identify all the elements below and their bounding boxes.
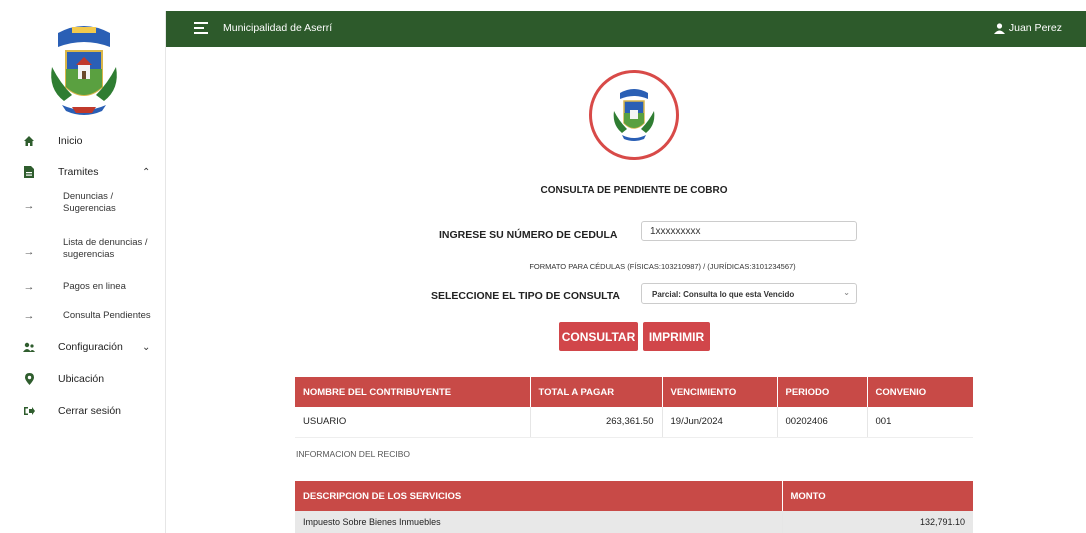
column-header: MONTO: [782, 481, 973, 511]
arrow-right-icon: →: [23, 310, 35, 322]
user-menu[interactable]: Juan Perez: [993, 22, 1062, 34]
app: Inicio Tramites ⌃ → Denuncias / Sugerenc…: [0, 0, 1086, 533]
tipo-consulta-label: SELECCIONE EL TIPO DE CONSULTA: [431, 290, 621, 302]
chevron-up-icon: ⌃: [142, 166, 151, 178]
sidebar-item-denuncias[interactable]: → Denuncias / Sugerencias: [0, 191, 166, 217]
app-title: Municipalidad de Aserrí: [223, 22, 333, 34]
table-row: USUARIO 263,361.50 19/Jun/2024 00202406 …: [295, 407, 973, 438]
column-header: TOTAL A PAGAR: [530, 377, 663, 407]
consultar-button[interactable]: CONSULTAR: [559, 322, 638, 351]
sidebar-item-lista-denuncias[interactable]: → Lista de denuncias / sugerencias: [0, 237, 166, 263]
page-title: CONSULTA DE PENDIENTE DE COBRO: [540, 185, 728, 196]
home-icon: [22, 134, 36, 148]
municipal-logo: [36, 17, 132, 125]
column-header: NOMBRE DEL CONTRIBUYENTE: [295, 377, 531, 407]
sidebar-item-consulta-pendientes[interactable]: → Consulta Pendientes: [0, 309, 166, 323]
sidebar-item-inicio[interactable]: Inicio: [0, 133, 166, 149]
arrow-right-icon: →: [23, 281, 35, 293]
sidebar-item-label: Consulta Pendientes: [63, 310, 151, 321]
sidebar: Inicio Tramites ⌃ → Denuncias / Sugerenc…: [0, 11, 166, 533]
sidebar-item-label: Cerrar sesión: [58, 405, 122, 417]
sidebar-item-configuracion[interactable]: Configuración ⌄: [0, 339, 166, 355]
sidebar-item-pagos[interactable]: → Pagos en linea: [0, 280, 166, 294]
sidebar-item-label: Tramites: [58, 166, 99, 178]
summary-table: NOMBRE DEL CONTRIBUYENTE TOTAL A PAGAR V…: [295, 377, 973, 438]
municipal-emblem: [589, 70, 679, 160]
imprimir-button[interactable]: IMPRIMIR: [643, 322, 710, 351]
cedula-input[interactable]: 1xxxxxxxxx: [641, 221, 857, 241]
column-header: CONVENIO: [867, 377, 973, 407]
table-header-row: DESCRIPCION DE LOS SERVICIOS MONTO: [295, 481, 973, 511]
cell-periodo: 00202406: [777, 407, 868, 438]
users-icon: [22, 340, 36, 354]
cedula-label: INGRESE SU NÚMERO DE CEDULA: [439, 229, 618, 241]
sidebar-item-label: Configuración: [58, 341, 123, 353]
hamburger-menu-icon[interactable]: [194, 22, 208, 34]
sidebar-item-tramites[interactable]: Tramites ⌃: [0, 164, 166, 180]
column-header: VENCIMIENTO: [662, 377, 778, 407]
cell-vencimiento: 19/Jun/2024: [662, 407, 778, 438]
logout-icon: [22, 404, 36, 418]
services-table: DESCRIPCION DE LOS SERVICIOS MONTO Impue…: [295, 481, 973, 533]
sidebar-item-cerrar-sesion[interactable]: Cerrar sesión: [0, 403, 166, 419]
cedula-format-hint: FORMATO PARA CÉDULAS (FÍSICAS:103210987)…: [529, 262, 796, 271]
sidebar-item-label: Denuncias / Sugerencias: [63, 191, 116, 214]
tipo-consulta-value: Parcial: Consulta lo que esta Vencido: [652, 290, 795, 299]
sidebar-item-label: Pagos en linea: [63, 281, 126, 292]
cell-contribuyente: USUARIO: [295, 407, 531, 438]
cell-servicio: Impuesto Sobre Bienes Inmuebles: [295, 511, 783, 533]
column-header: PERIODO: [777, 377, 868, 407]
table-row: Impuesto Sobre Bienes Inmuebles 132,791.…: [295, 511, 973, 533]
receipt-section-label: INFORMACION DEL RECIBO: [296, 449, 410, 459]
sidebar-item-label: Inicio: [58, 135, 83, 147]
user-icon: [993, 22, 1005, 34]
tipo-consulta-select[interactable]: Parcial: Consulta lo que esta Vencido ⌄: [641, 283, 857, 304]
document-icon: [22, 165, 36, 179]
sidebar-item-label: Lista de denuncias / sugerencias: [63, 237, 148, 260]
sidebar-item-ubicacion[interactable]: Ubicación: [0, 371, 166, 387]
cell-monto: 132,791.10: [782, 511, 973, 533]
sidebar-item-label: Ubicación: [58, 373, 105, 385]
chevron-down-icon: ⌄: [142, 341, 151, 353]
cell-convenio: 001: [867, 407, 973, 438]
cell-total: 263,361.50: [530, 407, 663, 438]
arrow-right-icon: →: [23, 200, 35, 212]
arrow-right-icon: →: [23, 246, 35, 258]
location-pin-icon: [22, 372, 36, 386]
chevron-down-icon: ⌄: [843, 288, 850, 297]
user-name: Juan Perez: [1008, 22, 1062, 34]
table-header-row: NOMBRE DEL CONTRIBUYENTE TOTAL A PAGAR V…: [295, 377, 973, 407]
top-bar: Municipalidad de Aserrí Juan Perez: [166, 11, 1086, 47]
column-header: DESCRIPCION DE LOS SERVICIOS: [295, 481, 783, 511]
